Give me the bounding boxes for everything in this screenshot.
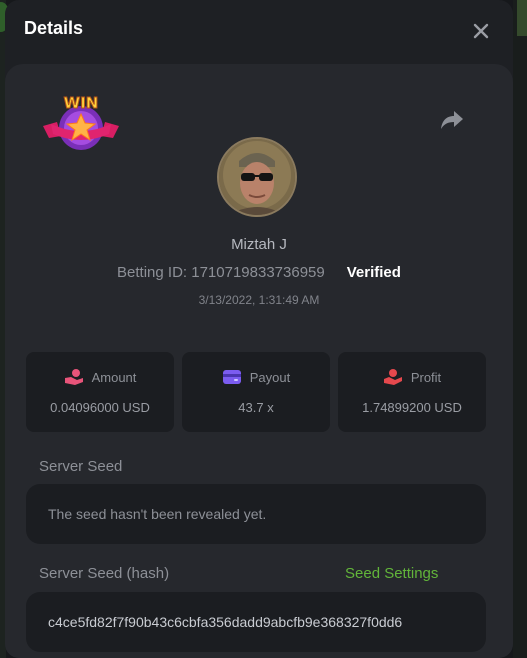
bet-timestamp: 3/13/2022, 1:31:49 AM: [198, 293, 320, 307]
amount-label: Amount: [91, 369, 137, 385]
details-panel: WIN Miztah J Betting ID: 171071983373695…: [5, 64, 513, 658]
profit-label: Profit: [410, 369, 442, 385]
server-seed-label: Server Seed: [39, 458, 123, 475]
payout-card: Payout 43.7 x: [182, 352, 330, 432]
share-button[interactable]: [439, 108, 465, 132]
amount-value: 0.04096000 USD: [50, 400, 150, 415]
betting-id-row: Betting ID: 1710719833736959 Verified: [5, 264, 513, 281]
server-seed-hash-value: c4ce5fd82f7f90b43c6cbfa356dadd9abcfb9e36…: [48, 614, 403, 630]
background-right-edge: [513, 0, 527, 658]
close-icon: [473, 23, 489, 39]
modal-title: Details: [24, 18, 84, 38]
seed-settings-link[interactable]: Seed Settings: [345, 565, 438, 582]
bet-details-modal: Details WIN Miztah J Betting ID: 1710719…: [5, 0, 513, 658]
profit-value: 1.74899200 USD: [362, 400, 462, 415]
betting-id: Betting ID: 1710719833736959: [117, 264, 325, 281]
verified-badge[interactable]: Verified: [347, 264, 401, 281]
avatar: [217, 137, 297, 217]
amount-card: Amount 0.04096000 USD: [26, 352, 174, 432]
profit-card: Profit 1.74899200 USD: [338, 352, 486, 432]
payout-value: 43.7 x: [238, 400, 274, 415]
wallet-card-icon: [222, 368, 242, 386]
close-button[interactable]: [471, 21, 491, 41]
server-seed-hash-field[interactable]: c4ce5fd82f7f90b43c6cbfa356dadd9abcfb9e36…: [26, 592, 486, 652]
username: Miztah J: [231, 236, 287, 253]
server-seed-value: The seed hasn't been revealed yet.: [48, 506, 267, 522]
payout-label: Payout: [249, 369, 291, 385]
money-hand-icon: [383, 368, 403, 386]
svg-text:WIN: WIN: [64, 94, 99, 112]
background-decoration: [517, 0, 527, 36]
server-seed-field: The seed hasn't been revealed yet.: [26, 484, 486, 544]
win-badge-icon: WIN: [41, 92, 121, 154]
coins-hand-icon: [64, 368, 84, 386]
share-icon: [441, 111, 463, 129]
server-seed-hash-label: Server Seed (hash): [39, 565, 170, 582]
